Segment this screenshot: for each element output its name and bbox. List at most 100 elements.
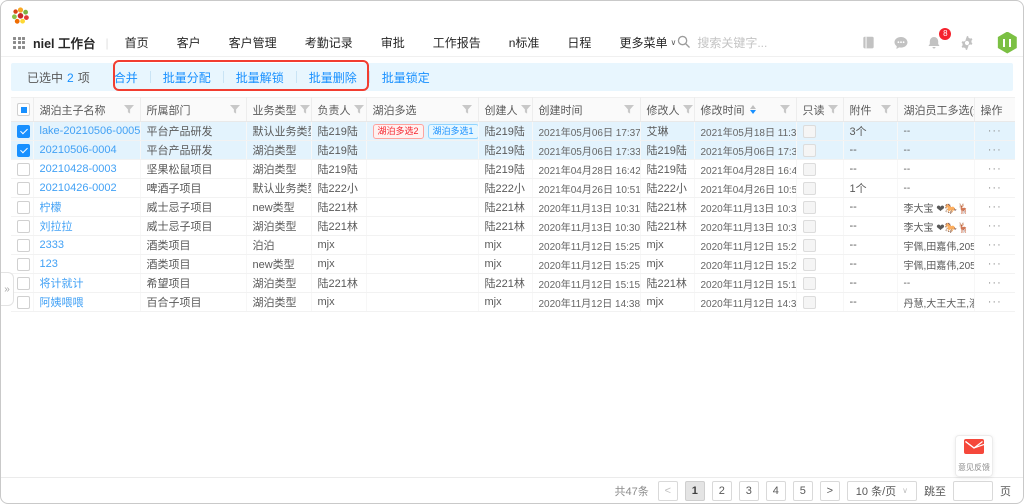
action-separator (223, 71, 224, 83)
nav-item-6[interactable]: 工作报告 (433, 34, 481, 51)
page-button-4[interactable]: 4 (766, 481, 786, 501)
cell-created_at: 2021年05月06日 17:33 (532, 141, 640, 160)
nav-item-2[interactable]: 客户 (177, 34, 201, 51)
row-checkbox[interactable] (17, 182, 30, 195)
feedback-button[interactable]: 意见反馈 (955, 435, 993, 477)
cell-created_at: 2021年04月28日 16:42 (532, 160, 640, 179)
record-link[interactable]: 20210506-0004 (40, 144, 117, 156)
filter-icon[interactable] (462, 105, 472, 115)
column-header-created_at: 创建时间 (532, 98, 640, 122)
more-actions-icon[interactable]: ··· (988, 239, 1002, 251)
more-actions-icon[interactable]: ··· (988, 163, 1002, 175)
jump-page-input[interactable] (953, 481, 993, 501)
filter-icon[interactable] (828, 105, 838, 115)
nav-item-7[interactable]: n标准 (509, 34, 540, 51)
column-header-actions: 操作 (974, 98, 1015, 122)
filter-icon[interactable] (780, 105, 790, 115)
top-icons: 8 (861, 32, 1018, 54)
more-actions-icon[interactable]: ··· (988, 182, 1002, 194)
batch-action-5[interactable]: 批量锁定 (382, 69, 430, 86)
cell-biz_type: 湖泊类型 (246, 293, 311, 312)
more-actions-icon[interactable]: ··· (988, 220, 1002, 232)
more-actions-icon[interactable]: ··· (988, 277, 1002, 289)
more-actions-icon[interactable]: ··· (988, 258, 1002, 270)
row-checkbox[interactable] (17, 125, 30, 138)
row-checkbox[interactable] (17, 144, 30, 157)
filter-icon[interactable] (521, 105, 531, 115)
apps-grid-icon[interactable] (13, 37, 25, 49)
batch-action-4[interactable]: 批量删除 (309, 69, 357, 86)
cell-employees: -- (897, 141, 974, 160)
messages-icon[interactable] (893, 35, 909, 51)
record-link[interactable]: 2333 (40, 239, 64, 251)
nav-item-5[interactable]: 审批 (381, 34, 405, 51)
cell-dept: 酒类项目 (140, 236, 246, 255)
nav-item-3[interactable]: 客户管理 (229, 34, 277, 51)
page-button-1[interactable]: 1 (685, 481, 705, 501)
record-link[interactable]: 123 (40, 258, 58, 270)
cell-biz_type: 泊泊 (246, 236, 311, 255)
app-logo-icon[interactable] (11, 12, 30, 29)
cell-modified_at: 2021年05月18日 11:36 (694, 122, 796, 141)
user-avatar[interactable] (996, 32, 1018, 54)
filter-icon[interactable] (124, 105, 134, 115)
batch-action-2[interactable]: 批量分配 (163, 69, 211, 86)
record-link[interactable]: lake-20210506-0005 (40, 125, 141, 137)
double-chevron-right-icon: » (4, 284, 10, 295)
row-checkbox[interactable] (17, 296, 30, 309)
record-link[interactable]: 20210426-0002 (40, 182, 117, 194)
pagination-bar: 共47条 < 12345 > 10 条/页 ∨ 跳至 页 (1, 477, 1023, 503)
record-link[interactable]: 柠檬 (40, 202, 62, 214)
row-checkbox[interactable] (17, 220, 30, 233)
cell-actions: ··· (974, 198, 1015, 217)
batch-action-3[interactable]: 批量解锁 (236, 69, 284, 86)
prev-page-button[interactable]: < (658, 481, 678, 501)
row-checkbox[interactable] (17, 239, 30, 252)
filter-icon[interactable] (230, 105, 240, 115)
record-link[interactable]: 将计就计 (40, 278, 84, 290)
notifications-bell-icon[interactable]: 8 (926, 35, 942, 51)
filter-icon[interactable] (300, 105, 310, 115)
cell-owner: 陆222小 (311, 179, 366, 198)
page-button-3[interactable]: 3 (739, 481, 759, 501)
cell-dept: 坚果松鼠项目 (140, 160, 246, 179)
more-actions-icon[interactable]: ··· (988, 296, 1002, 308)
next-page-button[interactable]: > (820, 481, 840, 501)
filter-icon[interactable] (881, 105, 891, 115)
select-all-checkbox[interactable] (17, 103, 30, 116)
panel-expander[interactable]: » (1, 272, 14, 306)
sort-icon[interactable] (750, 105, 756, 114)
batch-action-1[interactable]: 合并 (114, 69, 138, 86)
filter-icon[interactable] (354, 105, 364, 115)
filter-icon[interactable] (683, 105, 693, 115)
filter-icon[interactable] (624, 105, 634, 115)
cell-actions: ··· (974, 293, 1015, 312)
cell-check (11, 179, 33, 198)
cell-multi (366, 217, 478, 236)
nav-bar: niel 工作台 | 首页客户客户管理考勤记录审批工作报告n标准日程 更多菜单 … (1, 29, 1023, 57)
record-link[interactable]: 20210428-0003 (40, 163, 117, 175)
row-checkbox[interactable] (17, 201, 30, 214)
page-button-5[interactable]: 5 (793, 481, 813, 501)
more-actions-icon[interactable]: ··· (988, 144, 1002, 156)
search-input[interactable] (697, 36, 807, 50)
nav-item-4[interactable]: 考勤记录 (305, 34, 353, 51)
record-link[interactable]: 阿姨喂喂 (40, 297, 84, 309)
row-checkbox[interactable] (17, 258, 30, 271)
record-link[interactable]: 刘拉拉 (40, 221, 73, 233)
nav-item-1[interactable]: 首页 (125, 34, 149, 51)
table-row: 将计就计希望项目湖泊类型陆221林陆221林2020年11月12日 15:15陆… (11, 274, 1015, 293)
nav-item-more-menu[interactable]: 更多菜单 ∨ (619, 34, 676, 51)
row-checkbox[interactable] (17, 163, 30, 176)
settings-gear-icon[interactable] (959, 35, 975, 51)
cell-owner: 陆219陆 (311, 141, 366, 160)
row-checkbox[interactable] (17, 277, 30, 290)
page-button-2[interactable]: 2 (712, 481, 732, 501)
notebook-icon[interactable] (861, 35, 876, 50)
more-actions-icon[interactable]: ··· (988, 125, 1002, 137)
page-size-select[interactable]: 10 条/页 ∨ (847, 481, 917, 501)
more-actions-icon[interactable]: ··· (988, 201, 1002, 213)
cell-created_at: 2020年11月13日 10:31 (532, 198, 640, 217)
nav-item-8[interactable]: 日程 (567, 34, 591, 51)
readonly-checkbox (803, 296, 816, 309)
